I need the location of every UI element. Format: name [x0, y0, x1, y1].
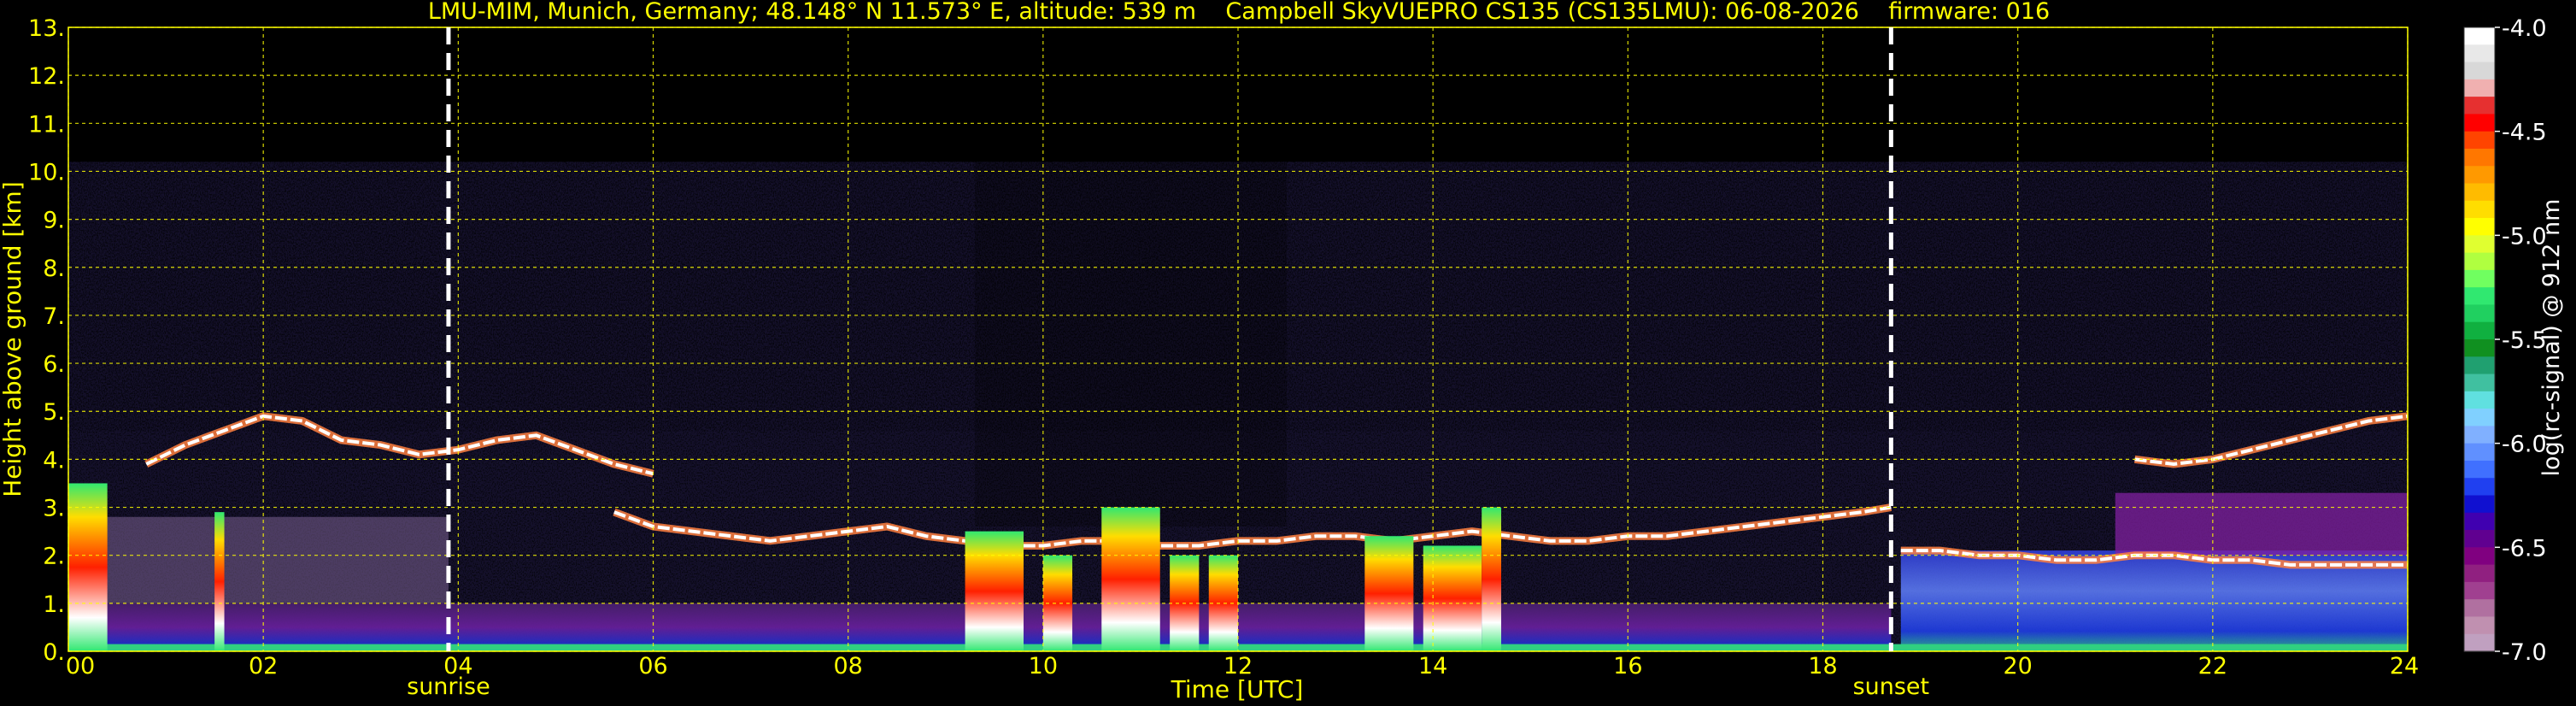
precipitation-shaft	[1101, 507, 1160, 651]
colorbar-segment	[2464, 235, 2495, 254]
colorbar-segment	[2464, 391, 2495, 409]
colorbar-segment	[2464, 287, 2495, 306]
colorbar-segment	[2464, 426, 2495, 444]
colorbar-segment	[2464, 616, 2495, 635]
precipitation-shaft	[1364, 536, 1414, 651]
y-tick-label: 6.	[43, 351, 65, 378]
colorbar-segment	[2464, 183, 2495, 202]
precipitation-shaft	[965, 531, 1024, 651]
x-tick-label: 02	[249, 653, 278, 680]
colorbar-segment	[2464, 200, 2495, 219]
colorbar-segment	[2464, 218, 2495, 236]
colorbar-segment	[2464, 495, 2495, 514]
colorbar-segment	[2464, 27, 2495, 45]
y-axis-label: Height above ground [km]	[0, 181, 26, 497]
x-tick-label: 24	[2390, 653, 2419, 680]
colorbar-segment	[2464, 339, 2495, 357]
x-tick-label: 08	[833, 653, 862, 680]
y-tick-label: 0.	[43, 639, 65, 666]
colorbar-segment	[2464, 581, 2495, 600]
sun-event-labels: sunrise sunset	[407, 674, 1929, 700]
y-tick-label: 2.	[43, 544, 65, 570]
y-tick-label: 5.	[43, 399, 65, 426]
precipitation-shaft	[68, 483, 108, 651]
colorbar-segment	[2464, 44, 2495, 63]
ceilometer-chart: 00 02 04 06 08 10 12 14 16 18 20 22 24 0.1.2.3.4.5.6…	[0, 0, 2565, 703]
colorbar-tick-label: -4.5	[2502, 120, 2547, 146]
precipitation-shaft	[1482, 507, 1502, 651]
y-tick-label: 11.	[28, 111, 65, 138]
y-axis-ticks: 0. 1. 2. 3. 4. 5. 6. 7. 8. 9. 10. 11. 12. 13.	[28, 15, 65, 666]
colorbar-segment	[2464, 530, 2495, 548]
y-tick-label: 8.	[43, 256, 65, 282]
colorbar-tick-label: -7.0	[2502, 639, 2547, 666]
colorbar-segment	[2464, 166, 2495, 185]
y-tick-label: 7.	[43, 303, 65, 330]
y-tick-label: 3.	[43, 496, 65, 522]
y-tick-label: 1.	[43, 591, 65, 618]
y-tick-label: 4.	[43, 447, 65, 474]
colorbar-segment	[2464, 148, 2495, 167]
colorbar-segment	[2464, 356, 2495, 375]
midday-dark-band	[974, 162, 1288, 527]
y-tick-label: 13.	[28, 15, 65, 42]
x-tick-label: 06	[638, 653, 667, 680]
colorbar-segment	[2464, 478, 2495, 497]
colorbar-segment	[2464, 547, 2495, 566]
x-tick-label: 18	[1808, 653, 1837, 680]
x-tick-label: 20	[2003, 653, 2032, 680]
y-tick-label: 12.	[28, 63, 65, 90]
sun-event-label: sunrise	[407, 674, 490, 700]
sun-event-label: sunset	[1853, 674, 1930, 700]
colorbar-segment	[2464, 564, 2495, 583]
x-tick-label: 10	[1029, 653, 1058, 680]
x-tick-label: 16	[1613, 653, 1642, 680]
colorbar-tick-label: -4.0	[2502, 15, 2547, 42]
colorbar-segment	[2464, 512, 2495, 531]
colorbar-segment	[2464, 252, 2495, 271]
colorbar-segment	[2464, 321, 2495, 340]
colorbar-segment	[2464, 79, 2495, 97]
chart-title: LMU-MIM, Munich, Germany; 48.148° N 11.5…	[428, 0, 2050, 25]
colorbar-segment	[2464, 97, 2495, 115]
colorbar-segment	[2464, 633, 2495, 652]
colorbar-segment	[2464, 409, 2495, 427]
colorbar-segment	[2464, 131, 2495, 150]
colorbar-segment	[2464, 269, 2495, 288]
y-tick-label: 10.	[28, 159, 65, 185]
x-tick-label: 00	[66, 653, 95, 680]
colorbar-segment	[2464, 114, 2495, 132]
colorbar-segment	[2464, 460, 2495, 479]
colorbar-segment	[2464, 374, 2495, 392]
colorbar-segment	[2464, 443, 2495, 462]
x-tick-label: 14	[1418, 653, 1447, 680]
y-tick-label: 9.	[43, 208, 65, 234]
x-tick-label: 22	[2198, 653, 2227, 680]
colorbar-segment	[2464, 599, 2495, 618]
residual-layer-night	[68, 516, 449, 603]
precipitation-shaft	[1423, 545, 1482, 651]
x-axis-label: Time [UTC]	[1171, 675, 1304, 703]
plot-area	[68, 27, 2409, 651]
precipitation-shaft	[214, 512, 225, 651]
colorbar-segment	[2464, 304, 2495, 323]
colorbar: -4.0-4.5-5.0-5.5-6.0-6.5-7.0	[2463, 15, 2547, 666]
colorbar-label: log(rc-signal) @ 912 nm	[2538, 199, 2565, 477]
colorbar-tick-label: -6.5	[2502, 535, 2547, 562]
evening-residual-layer	[2115, 492, 2408, 556]
colorbar-segment	[2464, 62, 2495, 80]
